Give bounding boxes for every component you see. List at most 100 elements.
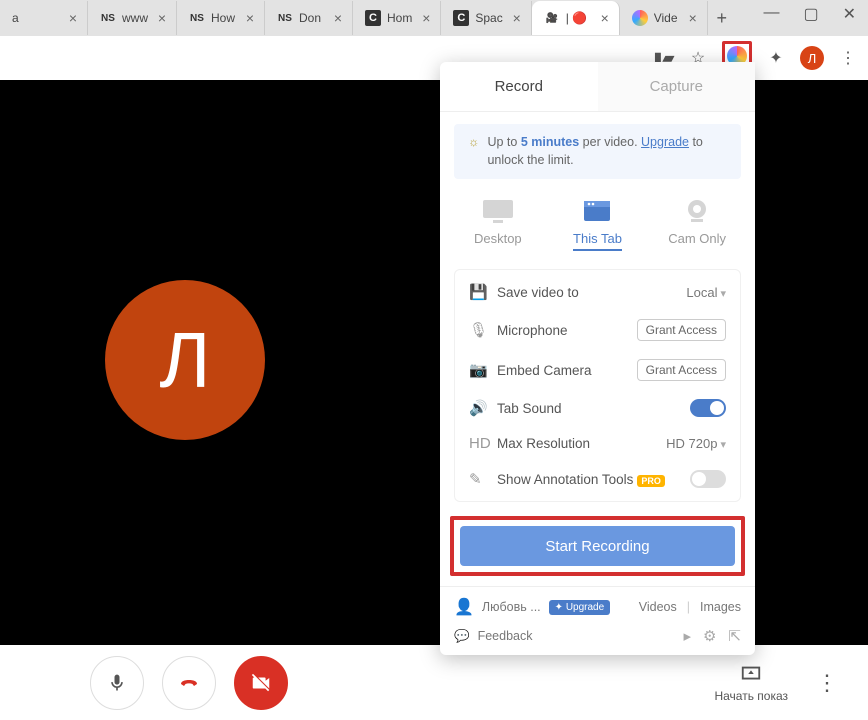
desktop-icon bbox=[480, 197, 516, 225]
browser-tab[interactable]: Vide × bbox=[620, 1, 708, 35]
videos-link[interactable]: Videos bbox=[639, 600, 677, 614]
settings-gear-icon[interactable]: ⚙ bbox=[703, 627, 716, 645]
camera-off-icon bbox=[250, 672, 272, 694]
close-icon[interactable]: × bbox=[154, 10, 170, 26]
close-icon[interactable]: × bbox=[685, 10, 701, 26]
favicon-icon: NS bbox=[277, 10, 293, 26]
tab-title: Spac bbox=[475, 11, 502, 25]
annotation-icon: ✎ bbox=[469, 470, 487, 488]
setting-save-video[interactable]: 💾 Save video to Local▾ bbox=[455, 274, 740, 310]
images-link[interactable]: Images bbox=[700, 600, 741, 614]
close-icon[interactable]: × bbox=[330, 10, 346, 26]
start-highlight: Start Recording bbox=[450, 516, 745, 576]
minimize-button[interactable]: — bbox=[763, 4, 779, 24]
tab-title: www bbox=[122, 11, 148, 25]
mode-row: Desktop This Tab Cam Only bbox=[440, 179, 755, 255]
menu-dots-icon[interactable]: ⋮ bbox=[838, 48, 858, 68]
tab-title: Don bbox=[299, 11, 324, 25]
close-icon[interactable]: × bbox=[418, 10, 434, 26]
recorder-popup: Record Capture ☼ Up to 5 minutes per vid… bbox=[440, 62, 755, 655]
tab-title: a bbox=[12, 11, 59, 25]
present-icon bbox=[740, 663, 762, 685]
tab-title: | 🔴 bbox=[566, 11, 591, 25]
profile-avatar[interactable]: Л bbox=[800, 46, 824, 70]
grant-mic-button[interactable]: Grant Access bbox=[637, 319, 726, 341]
popup-tabs: Record Capture bbox=[440, 62, 755, 112]
browser-tab[interactable]: C Hom × bbox=[353, 1, 441, 35]
user-icon: 👤 bbox=[454, 597, 474, 617]
mode-cam-only[interactable]: Cam Only bbox=[657, 197, 737, 251]
popup-footer: 👤 Любовь ... ✦ Upgrade Videos | Images 💬… bbox=[440, 586, 755, 655]
minutes-value: 5 minutes bbox=[521, 135, 579, 149]
close-icon[interactable]: × bbox=[65, 10, 81, 26]
bulb-icon: ☼ bbox=[468, 134, 479, 169]
setting-max-resolution[interactable]: HD Max Resolution HD 720p▾ bbox=[455, 426, 740, 461]
browser-tabstrip: a × NS www × NS How × NS Don × C Hom × C… bbox=[0, 0, 868, 36]
window-icon bbox=[579, 197, 615, 225]
new-tab-button[interactable]: + bbox=[708, 8, 736, 29]
setting-microphone: 🎙 Microphone Grant Access bbox=[455, 310, 740, 350]
sound-icon: 🔊 bbox=[469, 399, 487, 417]
setting-annotation-tools: ✎ Show Annotation ToolsPRO bbox=[455, 461, 740, 497]
pro-badge: PRO bbox=[637, 475, 665, 487]
more-options-button[interactable]: ⋮ bbox=[816, 670, 838, 696]
hd-icon: HD bbox=[469, 435, 487, 452]
main-avatar: Л bbox=[105, 280, 265, 440]
camera-icon: 📷 bbox=[469, 361, 487, 379]
upgrade-link[interactable]: Upgrade bbox=[641, 135, 689, 149]
close-icon[interactable]: × bbox=[242, 10, 258, 26]
favicon-icon bbox=[632, 10, 648, 26]
tab-capture[interactable]: Capture bbox=[598, 62, 756, 112]
setting-embed-camera: 📷 Embed Camera Grant Access bbox=[455, 350, 740, 390]
browser-tab[interactable]: NS Don × bbox=[265, 1, 353, 35]
video-library-icon[interactable]: ▸ bbox=[683, 627, 691, 645]
upgrade-badge-button[interactable]: ✦ Upgrade bbox=[549, 600, 611, 615]
call-controls bbox=[90, 656, 288, 710]
feedback-icon: 💬 bbox=[454, 629, 470, 644]
tab-title: How bbox=[211, 11, 236, 25]
browser-tab[interactable]: a × bbox=[0, 1, 88, 35]
call-bottom-bar: Начать показ ⋮ bbox=[0, 645, 868, 720]
mode-this-tab[interactable]: This Tab bbox=[557, 197, 637, 251]
tab-sound-toggle[interactable] bbox=[690, 399, 726, 417]
tab-record[interactable]: Record bbox=[440, 62, 598, 112]
browser-tab[interactable]: NS How × bbox=[177, 1, 265, 35]
browser-tab[interactable]: NS www × bbox=[88, 1, 177, 35]
grant-camera-button[interactable]: Grant Access bbox=[637, 359, 726, 381]
favicon-icon: C bbox=[365, 10, 381, 26]
browser-tab-active[interactable]: 🎥 | 🔴 × bbox=[532, 1, 620, 35]
close-icon[interactable]: × bbox=[597, 10, 613, 26]
window-controls: — ▢ ✕ bbox=[763, 4, 856, 24]
present-button[interactable]: Начать показ bbox=[714, 663, 788, 703]
settings-card: 💾 Save video to Local▾ 🎙 Microphone Gran… bbox=[454, 269, 741, 502]
close-icon[interactable]: × bbox=[509, 10, 525, 26]
limit-banner: ☼ Up to 5 minutes per video. Upgrade to … bbox=[454, 124, 741, 179]
mic-icon bbox=[107, 673, 127, 693]
present-label: Начать показ bbox=[714, 689, 788, 703]
favicon-icon: C bbox=[453, 10, 469, 26]
camera-off-button[interactable] bbox=[234, 656, 288, 710]
tab-title: Hom bbox=[387, 11, 412, 25]
favicon-icon: NS bbox=[100, 10, 116, 26]
save-icon: 💾 bbox=[469, 283, 487, 301]
chevron-down-icon: ▾ bbox=[720, 288, 726, 300]
hangup-button[interactable] bbox=[162, 656, 216, 710]
popout-icon[interactable]: ⇱ bbox=[728, 627, 741, 645]
close-window-button[interactable]: ✕ bbox=[843, 4, 856, 24]
phone-icon bbox=[177, 671, 201, 695]
favicon-icon: NS bbox=[189, 10, 205, 26]
favicon-icon: 🎥 bbox=[544, 10, 560, 26]
start-recording-button[interactable]: Start Recording bbox=[460, 526, 735, 566]
tab-title: Vide bbox=[654, 11, 679, 25]
user-name: Любовь ... bbox=[482, 600, 541, 614]
mode-desktop[interactable]: Desktop bbox=[458, 197, 538, 251]
webcam-icon bbox=[679, 197, 715, 225]
maximize-button[interactable]: ▢ bbox=[803, 4, 818, 24]
setting-tab-sound: 🔊 Tab Sound bbox=[455, 390, 740, 426]
browser-tab[interactable]: C Spac × bbox=[441, 1, 531, 35]
extensions-puzzle-icon[interactable]: ✦ bbox=[766, 48, 786, 68]
annotation-toggle[interactable] bbox=[690, 470, 726, 488]
feedback-link[interactable]: Feedback bbox=[478, 629, 533, 643]
microphone-button[interactable] bbox=[90, 656, 144, 710]
chevron-down-icon: ▾ bbox=[720, 439, 726, 451]
